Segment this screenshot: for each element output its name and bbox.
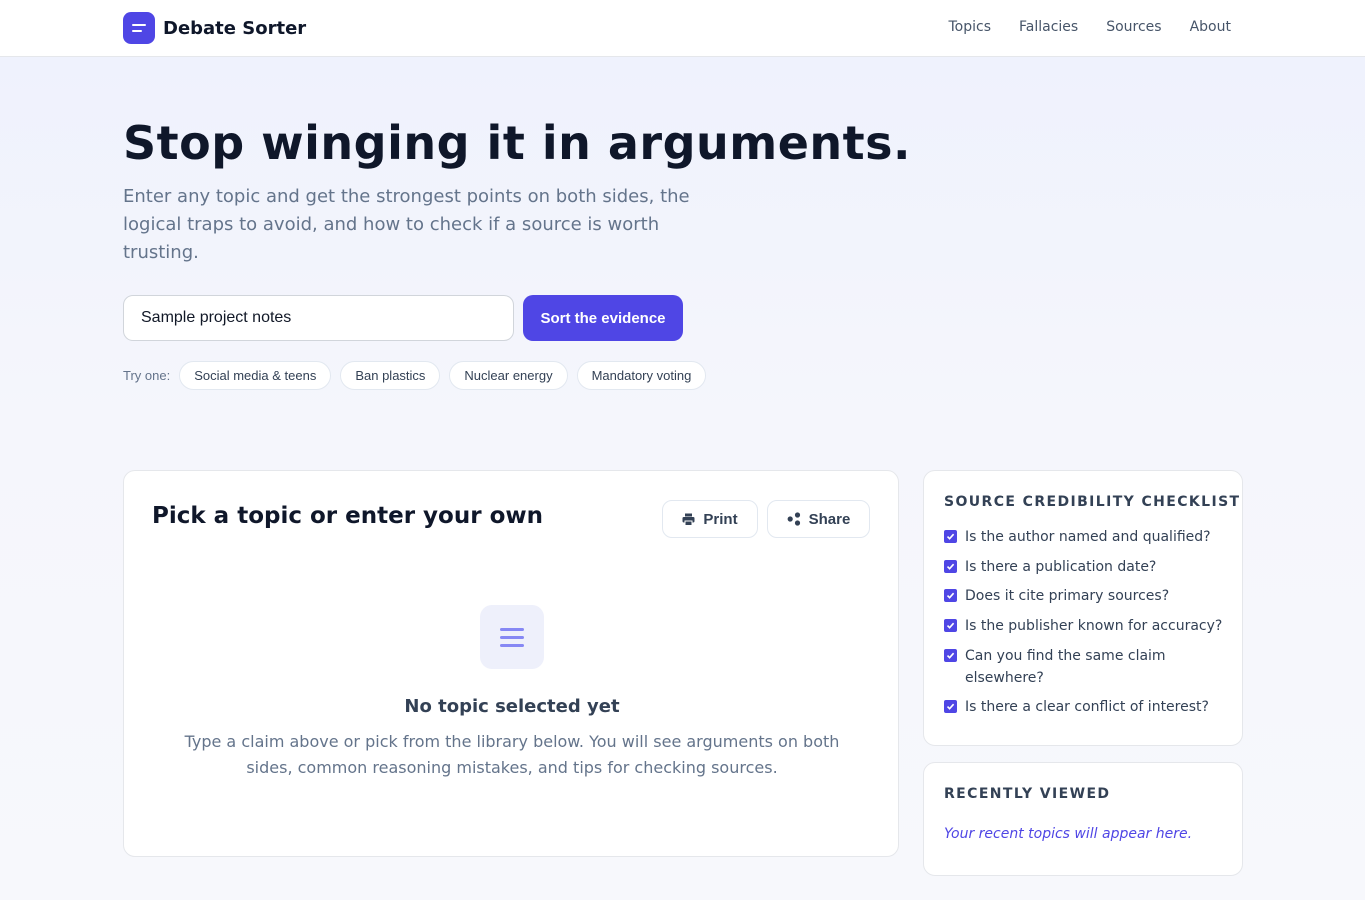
recently-viewed: RECENTLY VIEWED Your recent topics will … (923, 762, 1243, 876)
brand-name: Debate Sorter (163, 17, 307, 39)
suggestion-chip[interactable]: Mandatory voting (576, 361, 707, 390)
printer-icon (682, 513, 695, 526)
recent-heading: RECENTLY VIEWED (944, 786, 1111, 802)
checklist-item-label: Is the publisher known for accuracy? (965, 618, 1223, 635)
suggestion-row: Try one: Social media & teens Ban plasti… (123, 361, 707, 390)
checklist-item-label: Does it cite primary sources? (965, 588, 1170, 605)
share-label: Share (808, 510, 851, 528)
checklist-item[interactable]: Does it cite primary sources? (944, 585, 1234, 607)
credibility-checklist: SOURCE CREDIBILITY CHECKLIST Is the auth… (923, 470, 1243, 746)
top-bar: Debate Sorter Topics Fallacies Sources A… (0, 0, 1365, 57)
checklist-item-label: Is there a publication date? (965, 558, 1157, 575)
checkbox-checked-icon[interactable] (944, 619, 957, 633)
brand[interactable]: Debate Sorter (123, 12, 306, 44)
empty-state-text: Type a claim above or pick from the libr… (184, 732, 840, 777)
checklist-item[interactable]: Can you find the same claim elsewhere? (944, 645, 1234, 689)
checkbox-checked-icon[interactable] (944, 648, 957, 662)
checklist-item[interactable]: Is there a clear conflict of interest? (944, 696, 1234, 718)
checkbox-checked-icon[interactable] (944, 530, 957, 543)
checklist-item[interactable]: Is the publisher known for accuracy? (944, 615, 1234, 637)
topic-card: Pick a topic or enter your own Print Sha… (123, 470, 899, 857)
checklist-heading: SOURCE CREDIBILITY CHECKLIST (944, 494, 1241, 510)
checklist-item-label: Can you find the same claim elsewhere? (965, 647, 1166, 686)
checklist-item[interactable]: Is there a publication date? (944, 556, 1234, 578)
nav-topics[interactable]: Topics (948, 19, 991, 35)
checkbox-checked-icon[interactable] (944, 700, 957, 714)
share-button[interactable]: Share (767, 500, 870, 538)
checklist-item-label: Is the author named and qualified? (965, 529, 1211, 545)
nav-sources[interactable]: Sources (1106, 19, 1161, 35)
checkbox-checked-icon[interactable] (944, 559, 957, 573)
sort-evidence-button[interactable]: Sort the evidence (523, 295, 683, 341)
hero-title: Stop winging it in arguments. (123, 116, 911, 170)
checkbox-checked-icon[interactable] (944, 589, 957, 603)
suggestion-chip[interactable]: Social media & teens (179, 361, 332, 390)
suggestion-chip[interactable]: Ban plastics (340, 361, 441, 390)
nav-about[interactable]: About (1190, 19, 1231, 35)
topic-input[interactable] (123, 295, 514, 341)
document-lines-icon (480, 605, 544, 669)
checklist-item[interactable]: Is the author named and qualified? (944, 526, 1234, 548)
nav-fallacies[interactable]: Fallacies (1019, 19, 1078, 35)
main-nav: Topics Fallacies Sources About (948, 19, 1231, 35)
checklist-item-label: Is there a clear conflict of interest? (965, 699, 1209, 716)
share-icon (787, 512, 800, 526)
print-button[interactable]: Print (662, 500, 758, 538)
card-title: Pick a topic or enter your own (152, 503, 543, 529)
hero-subtitle: Enter any topic and get the strongest po… (123, 186, 690, 263)
empty-state-title: No topic selected yet (404, 696, 620, 717)
print-label: Print (703, 510, 738, 528)
suggestion-chip[interactable]: Nuclear energy (449, 361, 568, 390)
checklist: Is the author named and qualified? Is th… (944, 526, 1234, 726)
lines-icon (123, 12, 155, 44)
try-label: Try one: (123, 368, 171, 383)
recent-empty-text: Your recent topics will appear here. (944, 826, 1193, 842)
